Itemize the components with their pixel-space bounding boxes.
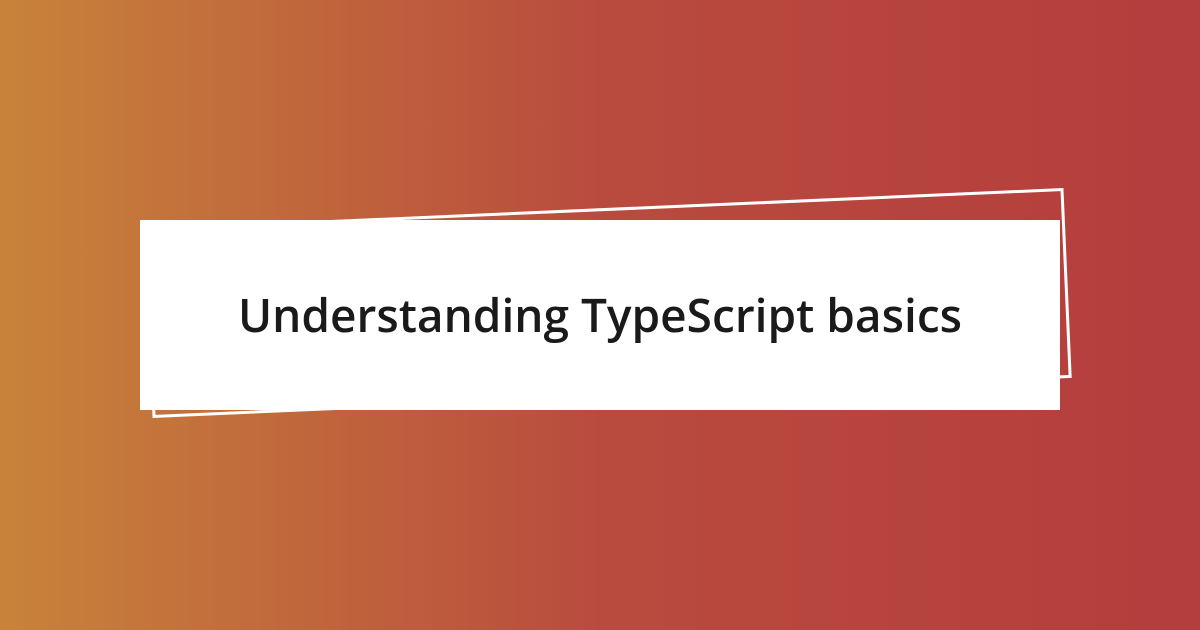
page-title: Understanding TypeScript basics bbox=[238, 284, 962, 346]
title-card-wrapper: Understanding TypeScript basics bbox=[140, 220, 1060, 410]
title-card: Understanding TypeScript basics bbox=[140, 220, 1060, 410]
